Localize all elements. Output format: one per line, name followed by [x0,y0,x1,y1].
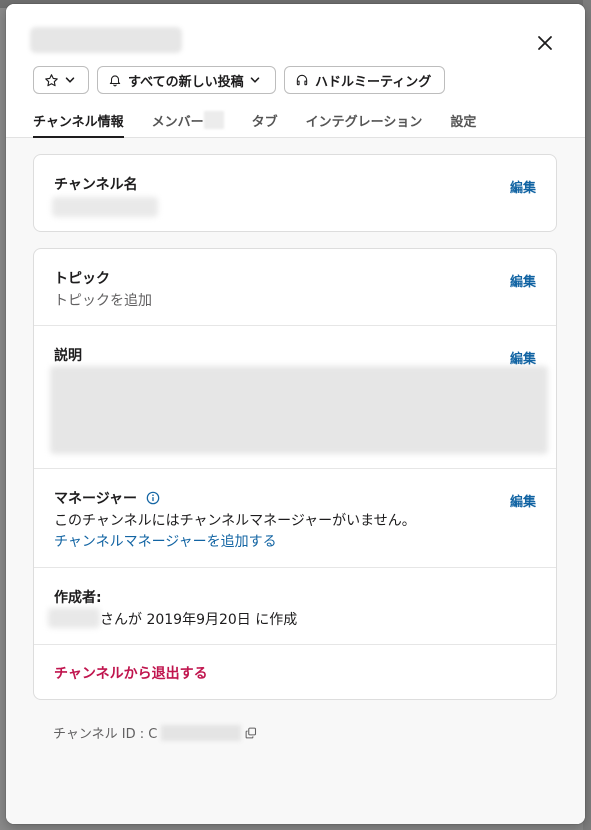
channel-name-value-redacted [52,197,158,217]
topic-placeholder: トピックを追加 [54,293,152,309]
tab-tabs[interactable]: タブ [252,111,278,138]
tab-bar: チャンネル情報 メンバー タブ インテグレーション 設定 [33,111,504,138]
creator-label: 作成者: [54,590,102,606]
huddle-label: ハドルミーティング [315,74,432,90]
tab-channel-info[interactable]: チャンネル情報 [33,111,124,138]
topic-label: トピック [54,271,110,287]
topic-section: トピック トピックを追加 編集 [34,249,556,326]
creator-section: 作成者: さんが 2019年9月20日 に作成 [34,568,556,645]
bell-icon [109,75,121,87]
creator-name-redacted [48,608,100,628]
description-edit-link[interactable]: 編集 [510,348,536,367]
channel-id-row: チャンネル ID : C [53,723,257,742]
topic-edit-link[interactable]: 編集 [510,271,536,290]
description-section: 説明 編集 [34,326,556,469]
description-text-redacted [50,366,548,454]
notification-label: すべての新しい投稿 [128,74,244,90]
managers-text: このチャンネルにはチャンネルマネージャーがいません。 [54,513,416,529]
channel-id-label: チャンネル ID : C [53,727,158,742]
leave-channel-button[interactable]: チャンネルから退出する [54,663,208,683]
channel-info-panel: チャンネル名 編集 トピック トピックを追加 編集 説明 編集 マネージャー こ… [6,138,585,824]
channel-name-edit-link[interactable]: 編集 [510,177,536,196]
channel-details-card: トピック トピックを追加 編集 説明 編集 マネージャー このチャンネルにはチャ… [33,248,557,700]
close-button[interactable] [531,29,559,57]
info-icon[interactable] [146,491,160,505]
member-count-redacted [203,111,224,129]
tab-members[interactable]: メンバー [152,111,224,138]
creator-text: さんが 2019年9月20日 に作成 [100,612,298,628]
managers-label-text: マネージャー [54,491,138,507]
managers-label: マネージャー [54,488,160,508]
header-action-row: すべての新しい投稿 ハドルミーティング [33,66,445,94]
modal-header: すべての新しい投稿 ハドルミーティング チャンネル情報 メンバー タブ インテグ… [6,4,585,138]
tab-settings[interactable]: 設定 [450,111,476,138]
channel-title-redacted [30,27,182,53]
chevron-down-icon [250,77,259,83]
leave-section: チャンネルから退出する [34,645,556,698]
channel-name-card: チャンネル名 編集 [33,154,557,232]
description-label: 説明 [54,348,82,364]
huddle-button[interactable]: ハドルミーティング [284,66,445,94]
chevron-down-icon [65,77,75,83]
channel-details-modal: すべての新しい投稿 ハドルミーティング チャンネル情報 メンバー タブ インテグ… [6,4,585,824]
headphones-icon [296,74,308,86]
tab-members-label: メンバー [151,115,204,130]
notification-settings-button[interactable]: すべての新しい投稿 [97,66,276,94]
managers-edit-link[interactable]: 編集 [510,491,536,510]
close-icon [538,36,552,50]
add-manager-link[interactable]: チャンネルマネージャーを追加する [54,531,277,551]
managers-section: マネージャー このチャンネルにはチャンネルマネージャーがいません。 チャンネルマ… [34,469,556,568]
tab-integrations[interactable]: インテグレーション [306,111,423,138]
copy-icon[interactable] [245,727,257,739]
channel-name-section: チャンネル名 編集 [34,155,556,231]
channel-id-value-redacted [161,724,242,741]
star-button[interactable] [33,66,89,94]
star-icon [45,73,58,86]
channel-name-label: チャンネル名 [54,177,138,193]
